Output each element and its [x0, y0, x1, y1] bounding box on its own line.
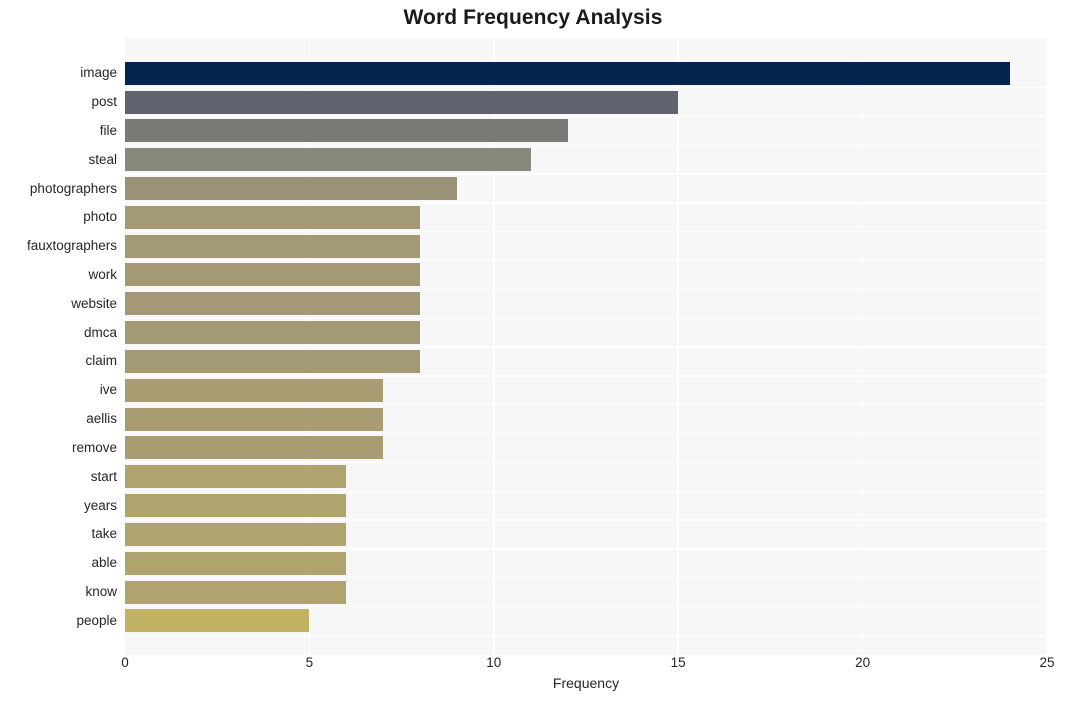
bar-claim — [125, 349, 421, 373]
y-axis-label-post: post — [91, 94, 117, 109]
y-axis-label-website: website — [71, 295, 117, 311]
bar-people — [125, 609, 310, 633]
y-axis-label-file: file — [99, 122, 117, 138]
bar-years — [125, 494, 347, 518]
gridline-horizontal — [125, 202, 1047, 204]
y-axis-label-image: image — [80, 65, 117, 81]
gridline-horizontal — [125, 548, 1047, 550]
gridline-horizontal — [125, 605, 1047, 608]
gridline-horizontal — [125, 86, 1047, 89]
gridline-horizontal — [125, 577, 1047, 579]
y-axis-label-take: take — [91, 526, 117, 542]
gridline-horizontal — [125, 144, 1047, 146]
y-axis-label-people: people — [76, 612, 117, 628]
chart-figure: Word Frequency Analysis image post file ste… — [0, 0, 1066, 701]
y-axis-label-ive: ive — [99, 382, 117, 398]
gridline-horizontal — [125, 519, 1047, 521]
y-axis-label-remove: remove — [71, 439, 117, 455]
gridline-horizontal — [125, 461, 1047, 464]
y-axis-label-know: know — [85, 584, 117, 600]
x-tick-20: 20 — [855, 655, 871, 670]
y-axis-label-years: years — [83, 497, 117, 513]
gridline-horizontal — [125, 404, 1047, 406]
y-axis-label-dmca: dmca — [83, 324, 117, 340]
bar-photographers — [125, 177, 457, 200]
gridline-horizontal — [125, 346, 1047, 348]
x-tick-25: 25 — [1039, 655, 1055, 670]
bar-know — [125, 580, 347, 604]
page-title: Word Frequency Analysis — [403, 6, 663, 29]
y-axis-label-able: able — [91, 555, 117, 571]
gridline-horizontal — [125, 231, 1047, 233]
gridline-horizontal — [125, 634, 1047, 637]
y-axis-label-photographers: photographers — [29, 180, 117, 196]
y-axis-label-work: work — [88, 266, 117, 282]
bar-take — [125, 522, 347, 546]
x-tick-10: 10 — [486, 655, 502, 670]
bar-start — [125, 465, 347, 489]
bar-fauxtographers — [125, 234, 421, 258]
gridline-horizontal — [125, 375, 1047, 377]
bar-ive — [125, 378, 384, 402]
gridline-horizontal — [125, 317, 1047, 319]
bar-post — [125, 90, 679, 114]
x-tick-0: 0 — [121, 655, 129, 670]
x-tick-5: 5 — [305, 655, 314, 670]
bar-photo — [125, 205, 421, 229]
gridline-horizontal — [125, 432, 1047, 435]
gridline-horizontal — [125, 490, 1047, 492]
bar-able — [125, 551, 347, 575]
plot-area — [125, 38, 1047, 655]
gridline-horizontal — [125, 288, 1047, 291]
bar-file — [125, 119, 568, 143]
x-tick-15: 15 — [670, 655, 686, 670]
bar-steal — [125, 148, 531, 172]
y-axis-label-aellis: aellis — [86, 411, 117, 427]
bar-image — [125, 61, 1011, 85]
bar-dmca — [125, 321, 421, 345]
y-axis-label-photo: photo — [83, 209, 117, 225]
y-axis-label-claim: claim — [85, 353, 117, 369]
y-axis-labels: image post file steal photographers photo faux… — [0, 38, 117, 655]
y-axis-label-steal: steal — [88, 151, 117, 167]
gridline-horizontal — [125, 173, 1047, 175]
bar-work — [125, 263, 421, 287]
gridline-horizontal — [125, 115, 1047, 118]
x-axis-ticks: 0 5 10 15 20 25 — [0, 655, 1066, 677]
y-axis-label-start: start — [90, 468, 117, 484]
bar-website — [125, 292, 421, 316]
gridline-horizontal — [125, 259, 1047, 262]
y-axis-label-fauxtographers: fauxtographers — [26, 238, 117, 254]
bar-remove — [125, 436, 384, 460]
bar-aellis — [125, 407, 384, 431]
x-axis-title: Frequency — [552, 675, 620, 691]
